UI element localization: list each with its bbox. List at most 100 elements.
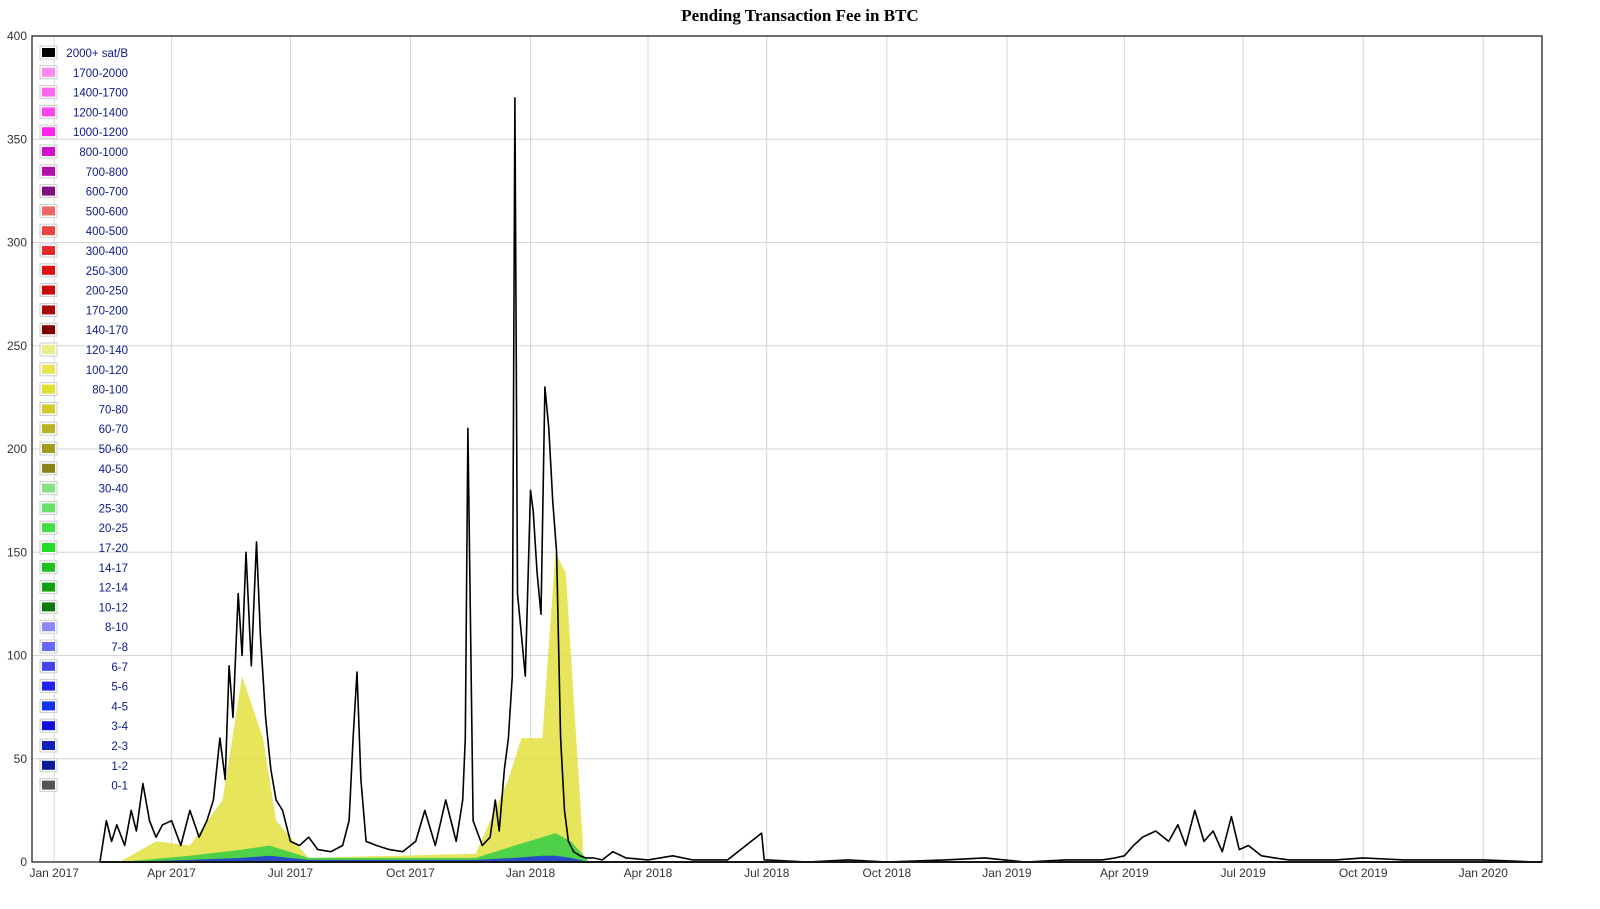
legend-label: 30-40: [99, 484, 128, 496]
legend-label: 50-60: [99, 444, 128, 456]
y-tick-label: 0: [20, 855, 27, 869]
legend-swatch: [42, 265, 55, 275]
legend-label: 600-700: [86, 187, 128, 199]
legend-item[interactable]: 140-170: [39, 322, 128, 337]
legend-swatch: [42, 681, 55, 691]
legend-swatch: [42, 444, 55, 453]
legend-swatch: [42, 582, 55, 592]
legend-swatch: [42, 780, 55, 790]
legend-label: 700-800: [86, 167, 128, 179]
legend-item[interactable]: 1-2: [39, 758, 128, 773]
legend-swatch: [42, 642, 55, 651]
legend-item[interactable]: 200-250: [39, 283, 128, 298]
legend-swatch: [42, 424, 55, 434]
legend-item[interactable]: 100-120: [39, 362, 128, 377]
legend-label: 120-140: [86, 345, 128, 357]
x-tick-label: Jul 2017: [268, 866, 314, 880]
legend-item[interactable]: 400-500: [39, 223, 128, 238]
legend-item[interactable]: 10-12: [39, 599, 128, 614]
legend-item[interactable]: 1700-2000: [39, 65, 128, 80]
y-tick-label: 150: [7, 545, 27, 559]
legend-label: 800-1000: [79, 147, 128, 159]
legend-item[interactable]: 700-800: [39, 164, 128, 179]
legend-item[interactable]: 1200-1400: [39, 104, 128, 119]
legend-label: 300-400: [86, 246, 128, 258]
legend-swatch: [42, 107, 55, 117]
legend-item[interactable]: 7-8: [39, 639, 128, 654]
legend-item[interactable]: 800-1000: [39, 144, 128, 159]
legend-item[interactable]: 12-14: [39, 580, 129, 595]
x-tick-label: Apr 2019: [1100, 866, 1149, 880]
legend-item[interactable]: 40-50: [39, 461, 128, 476]
x-tick-label: Apr 2018: [624, 866, 673, 880]
legend-label: 6-7: [111, 662, 128, 674]
legend-item[interactable]: 250-300: [39, 263, 128, 278]
legend-item[interactable]: 1400-1700: [39, 85, 128, 100]
x-axis-ticks: Jan 2017 Apr 2017 Jul 2017 Oct 2017 Jan 2018…: [29, 866, 1508, 880]
total-pending-series: [99, 97, 1536, 863]
legend-swatch: [42, 246, 55, 255]
legend-swatch: [42, 602, 55, 612]
legend-swatch: [42, 364, 55, 374]
legend-item[interactable]: 14-17: [39, 560, 128, 575]
legend-label: 200-250: [86, 286, 128, 298]
legend-item[interactable]: 17-20: [39, 540, 128, 555]
legend-item[interactable]: 500-600: [39, 203, 128, 218]
legend-item[interactable]: 300-400: [39, 243, 128, 258]
legend-swatch: [42, 186, 55, 196]
legend-item[interactable]: 4-5: [39, 698, 128, 713]
x-tick-label: Jan 2019: [982, 866, 1032, 880]
legend-swatch: [42, 285, 55, 295]
legend-swatch: [42, 166, 55, 176]
y-tick-label: 350: [7, 132, 27, 146]
legend-item[interactable]: 2-3: [39, 738, 128, 753]
legend-label: 10-12: [99, 602, 128, 614]
legend-item[interactable]: 3-4: [39, 718, 129, 733]
x-tick-label: Oct 2017: [386, 866, 435, 880]
y-tick-label: 250: [7, 339, 27, 353]
legend-swatch: [42, 483, 55, 493]
legend-item[interactable]: 2000+ sat/B: [39, 45, 128, 60]
legend-swatch: [42, 127, 55, 137]
legend-swatch: [42, 661, 55, 671]
legend-item[interactable]: 0-1: [39, 778, 128, 793]
y-tick-label: 200: [7, 442, 27, 456]
legend-swatch: [42, 701, 55, 711]
legend-label: 5-6: [111, 682, 128, 694]
x-tick-label: Jul 2018: [744, 866, 790, 880]
legend-swatch: [42, 543, 55, 552]
legend-item[interactable]: 600-700: [39, 184, 128, 199]
legend-swatch: [42, 562, 55, 572]
legend-item[interactable]: 80-100: [39, 382, 128, 397]
legend-swatch: [42, 741, 55, 750]
x-tick-label: Jan 2017: [29, 866, 79, 880]
legend-swatch: [42, 325, 55, 335]
legend-item[interactable]: 20-25: [39, 520, 128, 535]
legend-swatch: [42, 384, 55, 394]
legend-item[interactable]: 30-40: [39, 481, 128, 496]
legend-label: 500-600: [86, 206, 128, 218]
legend-item[interactable]: 170-200: [39, 302, 128, 317]
y-tick-label: 400: [7, 29, 27, 43]
total-pending-line: [99, 97, 1542, 863]
x-tick-label: Apr 2017: [147, 866, 196, 880]
legend-swatch: [42, 404, 55, 414]
legend-label: 40-50: [99, 464, 128, 476]
legend-item[interactable]: 5-6: [39, 679, 128, 694]
legend: 2000+ sat/B 1700-2000 1400-1700 1200-1400 10…: [39, 45, 129, 793]
legend-item[interactable]: 8-10: [39, 619, 128, 634]
legend-label: 2-3: [111, 741, 128, 753]
legend-swatch: [42, 206, 55, 216]
legend-label: 0-1: [111, 781, 128, 793]
legend-item[interactable]: 6-7: [39, 659, 128, 674]
legend-item[interactable]: 60-70: [39, 421, 128, 436]
x-tick-label: Jan 2020: [1459, 866, 1509, 880]
legend-swatch: [42, 87, 55, 97]
legend-label: 2000+ sat/B: [66, 48, 128, 60]
legend-swatch: [42, 523, 55, 533]
legend-label: 14-17: [99, 563, 128, 575]
legend-item[interactable]: 120-140: [39, 342, 128, 357]
legend-item[interactable]: 25-30: [39, 500, 128, 515]
legend-item[interactable]: 1000-1200: [39, 124, 128, 139]
legend-item[interactable]: 70-80: [39, 401, 128, 416]
